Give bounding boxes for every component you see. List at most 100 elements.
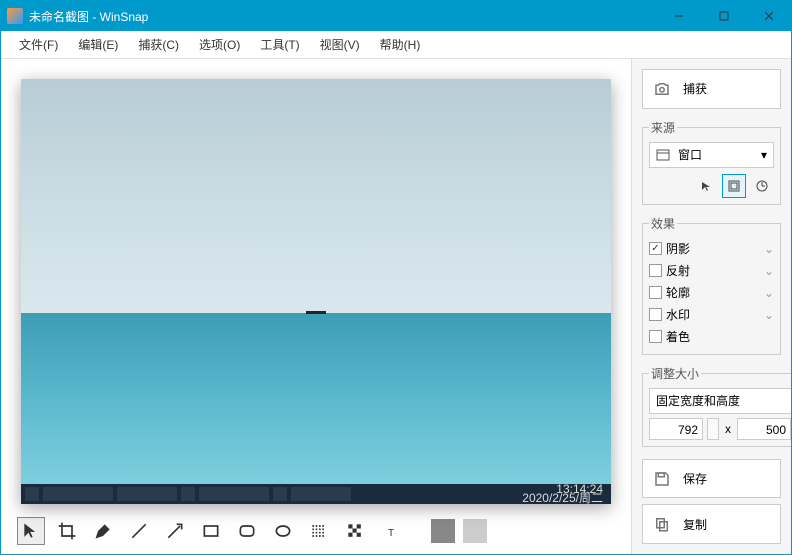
taskbar-item bbox=[291, 487, 351, 501]
taskbar-item bbox=[117, 487, 177, 501]
pen-tool[interactable] bbox=[89, 517, 117, 545]
menu-视图[interactable]: 视图(V) bbox=[310, 32, 370, 57]
region-mode-button[interactable] bbox=[722, 174, 746, 198]
pointer-tool[interactable] bbox=[17, 517, 45, 545]
checkbox[interactable] bbox=[649, 264, 662, 277]
menu-编辑[interactable]: 编辑(E) bbox=[68, 32, 128, 57]
line-icon bbox=[129, 521, 149, 541]
resize-mode-value: 固定宽度和高度 bbox=[656, 392, 740, 409]
crop-tool[interactable] bbox=[53, 517, 81, 545]
roundrect-icon bbox=[237, 521, 257, 541]
dimension-separator: x bbox=[723, 422, 733, 436]
roundrect-tool[interactable] bbox=[233, 517, 261, 545]
canvas-area: 13:14:24 2020/2/25/周二 T bbox=[1, 59, 631, 554]
effect-label: 反射 bbox=[666, 262, 690, 279]
resize-fieldset: 调整大小 固定宽度和高度 ▾ 792 x 500 bbox=[642, 365, 791, 447]
taskbar-items bbox=[25, 487, 351, 501]
chevron-down-icon[interactable]: ⌄ bbox=[764, 286, 774, 300]
menubar: 文件(F)编辑(E)捕获(C)选项(O)工具(T)视图(V)帮助(H) bbox=[1, 31, 791, 59]
screenshot-preview: 13:14:24 2020/2/25/周二 bbox=[21, 79, 611, 504]
chevron-down-icon[interactable]: ⌄ bbox=[764, 264, 774, 278]
window-icon bbox=[656, 148, 670, 162]
width-input[interactable]: 792 bbox=[649, 418, 703, 440]
width-spinner[interactable] bbox=[707, 418, 719, 440]
height-input[interactable]: 500 bbox=[737, 418, 791, 440]
text-icon: T bbox=[381, 521, 401, 541]
source-dropdown[interactable]: 窗口 ▾ bbox=[649, 142, 774, 168]
pixelate-tool[interactable] bbox=[341, 517, 369, 545]
menu-工具[interactable]: 工具(T) bbox=[250, 32, 309, 57]
resize-mode-dropdown[interactable]: 固定宽度和高度 ▾ bbox=[649, 388, 791, 414]
cursor-mode-button[interactable] bbox=[694, 174, 718, 198]
ellipse-tool[interactable] bbox=[269, 517, 297, 545]
tool-tray: T bbox=[1, 508, 631, 554]
close-button[interactable] bbox=[746, 1, 791, 31]
ellipse-icon bbox=[273, 521, 293, 541]
line-tool[interactable] bbox=[125, 517, 153, 545]
source-legend: 来源 bbox=[649, 119, 677, 136]
color-swatch[interactable] bbox=[431, 519, 455, 543]
effect-outline[interactable]: 轮廓 ⌄ bbox=[649, 282, 774, 304]
capture-label: 捕获 bbox=[683, 80, 707, 97]
pixelate-icon bbox=[345, 521, 365, 541]
menu-捕获[interactable]: 捕获(C) bbox=[128, 32, 189, 57]
effect-watermark[interactable]: 水印 ⌄ bbox=[649, 304, 774, 326]
effect-shadow[interactable]: 阴影 ⌄ bbox=[649, 238, 774, 260]
chevron-down-icon[interactable]: ⌄ bbox=[764, 242, 774, 256]
save-icon bbox=[653, 470, 671, 488]
source-mode-row bbox=[649, 174, 774, 198]
effect-reflect[interactable]: 反射 ⌄ bbox=[649, 260, 774, 282]
checkbox[interactable] bbox=[649, 308, 662, 321]
window-controls bbox=[656, 1, 791, 31]
canvas-viewport[interactable]: 13:14:24 2020/2/25/周二 bbox=[1, 59, 631, 508]
effect-label: 轮廓 bbox=[666, 284, 690, 301]
checkbox[interactable] bbox=[649, 242, 662, 255]
source-fieldset: 来源 窗口 ▾ bbox=[642, 119, 781, 205]
taskbar-item bbox=[181, 487, 195, 501]
app-icon bbox=[7, 8, 23, 24]
titlebar[interactable]: 未命名截图 - WinSnap bbox=[1, 1, 791, 31]
taskbar-item bbox=[25, 487, 39, 501]
menu-文件[interactable]: 文件(F) bbox=[9, 32, 68, 57]
app-window: 未命名截图 - WinSnap 文件(F)编辑(E)捕获(C)选项(O)工具(T… bbox=[0, 0, 792, 555]
chevron-down-icon: ▾ bbox=[761, 148, 767, 162]
taskbar-item bbox=[273, 487, 287, 501]
minimize-button[interactable] bbox=[656, 1, 701, 31]
effect-label: 水印 bbox=[666, 306, 690, 323]
crop-icon bbox=[57, 521, 77, 541]
pointer-icon bbox=[21, 521, 41, 541]
boat-shape bbox=[306, 311, 326, 314]
sidebar: 捕获 来源 窗口 ▾ 效果 阴影⌄反射⌄ bbox=[631, 59, 791, 554]
copy-label: 复制 bbox=[683, 516, 707, 533]
taskbar-item bbox=[199, 487, 269, 501]
taskbar-date: 2020/2/25/周二 bbox=[522, 494, 603, 503]
chevron-down-icon[interactable]: ⌄ bbox=[764, 308, 774, 322]
timer-mode-button[interactable] bbox=[750, 174, 774, 198]
color-swatch[interactable] bbox=[495, 519, 519, 543]
arrow-tool[interactable] bbox=[161, 517, 189, 545]
menu-选项[interactable]: 选项(O) bbox=[189, 32, 250, 57]
taskbar-clock: 13:14:24 2020/2/25/周二 bbox=[522, 485, 607, 503]
effect-tint[interactable]: 着色 bbox=[649, 326, 774, 348]
blur-tool[interactable] bbox=[305, 517, 333, 545]
capture-button[interactable]: 捕获 bbox=[642, 69, 781, 109]
maximize-button[interactable] bbox=[701, 1, 746, 31]
window-title: 未命名截图 - WinSnap bbox=[29, 8, 148, 25]
copy-icon bbox=[653, 515, 671, 533]
effect-label: 阴影 bbox=[666, 240, 690, 257]
menu-帮助[interactable]: 帮助(H) bbox=[370, 32, 431, 57]
checkbox[interactable] bbox=[649, 330, 662, 343]
main-body: 13:14:24 2020/2/25/周二 T 捕获 来源 窗口 bbox=[1, 59, 791, 554]
camera-icon bbox=[653, 80, 671, 98]
save-label: 保存 bbox=[683, 470, 707, 487]
resize-legend: 调整大小 bbox=[649, 365, 701, 382]
resize-dimensions: 792 x 500 bbox=[649, 418, 791, 440]
arrow-icon bbox=[165, 521, 185, 541]
checkbox[interactable] bbox=[649, 286, 662, 299]
text-tool[interactable]: T bbox=[377, 517, 405, 545]
color-swatch[interactable] bbox=[463, 519, 487, 543]
blur-icon bbox=[309, 521, 329, 541]
rect-tool[interactable] bbox=[197, 517, 225, 545]
copy-button[interactable]: 复制 bbox=[642, 504, 781, 544]
save-button[interactable]: 保存 bbox=[642, 459, 781, 499]
